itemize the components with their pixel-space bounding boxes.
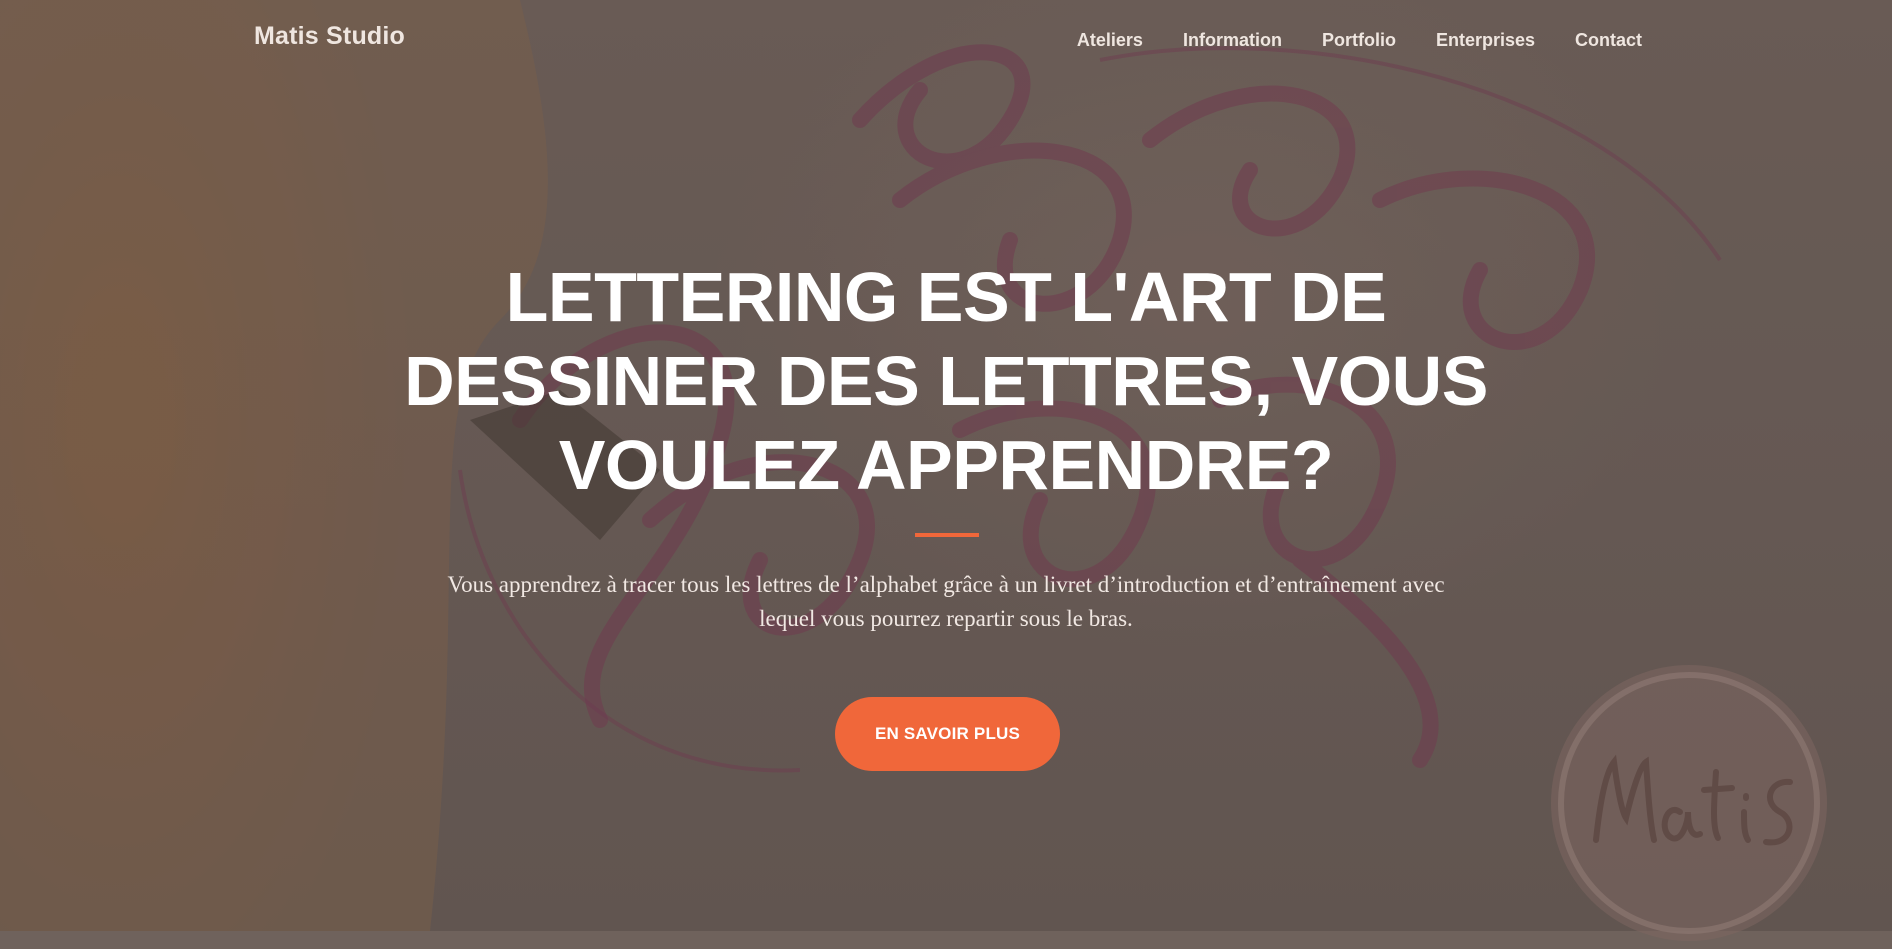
nav-item-contact: Contact	[1575, 30, 1642, 51]
nav-item-ateliers: Ateliers	[1077, 30, 1143, 51]
matis-logo-seal	[1548, 662, 1830, 944]
navbar: Matis Studio Ateliers Information Portfo…	[0, 0, 1892, 82]
nav-link-information[interactable]: Information	[1183, 30, 1282, 50]
matis-logo-icon	[1551, 665, 1827, 941]
brand-link[interactable]: Matis Studio	[254, 22, 405, 51]
nav-link-ateliers[interactable]: Ateliers	[1077, 30, 1143, 50]
nav-item-information: Information	[1183, 30, 1282, 51]
nav-link-portfolio[interactable]: Portfolio	[1322, 30, 1396, 50]
title-divider	[915, 533, 979, 537]
nav-links: Ateliers Information Portfolio Enterpris…	[1037, 30, 1642, 51]
nav-link-contact[interactable]: Contact	[1575, 30, 1642, 50]
nav-link-enterprises[interactable]: Enterprises	[1436, 30, 1535, 50]
nav-item-enterprises: Enterprises	[1436, 30, 1535, 51]
hero-title: LETTERING EST L'ART DE DESSINER DES LETT…	[404, 258, 1488, 504]
learn-more-button[interactable]: EN SAVOIR PLUS	[835, 697, 1060, 771]
nav-item-portfolio: Portfolio	[1322, 30, 1396, 51]
hero-subtitle: Vous apprendrez à tracer tous les lettre…	[447, 572, 1445, 631]
